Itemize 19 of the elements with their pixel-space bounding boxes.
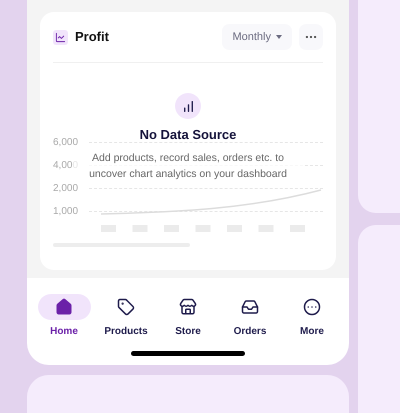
inbox-icon <box>241 298 259 316</box>
line-chart-icon <box>53 30 68 44</box>
nav-tab[interactable]: Store <box>160 294 216 339</box>
card-title: Profit <box>75 28 110 46</box>
empty-state-title: No Data Source <box>140 126 236 144</box>
more-options-button[interactable] <box>299 24 323 50</box>
bar-chart-icon <box>175 93 201 119</box>
store-icon <box>179 298 197 316</box>
axis-label: 1,000 <box>53 205 80 219</box>
caret-icon <box>276 35 282 39</box>
period-dropdown[interactable]: Monthly <box>222 24 292 50</box>
nav-tab[interactable]: Orders <box>222 294 278 339</box>
axis-label: 6,000 <box>53 136 80 150</box>
more-icon <box>303 298 321 316</box>
home-icon <box>55 298 73 316</box>
axis-label: 2,000 <box>53 182 80 196</box>
nav-tab[interactable]: More <box>284 294 340 339</box>
tag-icon <box>117 298 135 316</box>
nav-tab[interactable]: Products <box>98 294 154 339</box>
